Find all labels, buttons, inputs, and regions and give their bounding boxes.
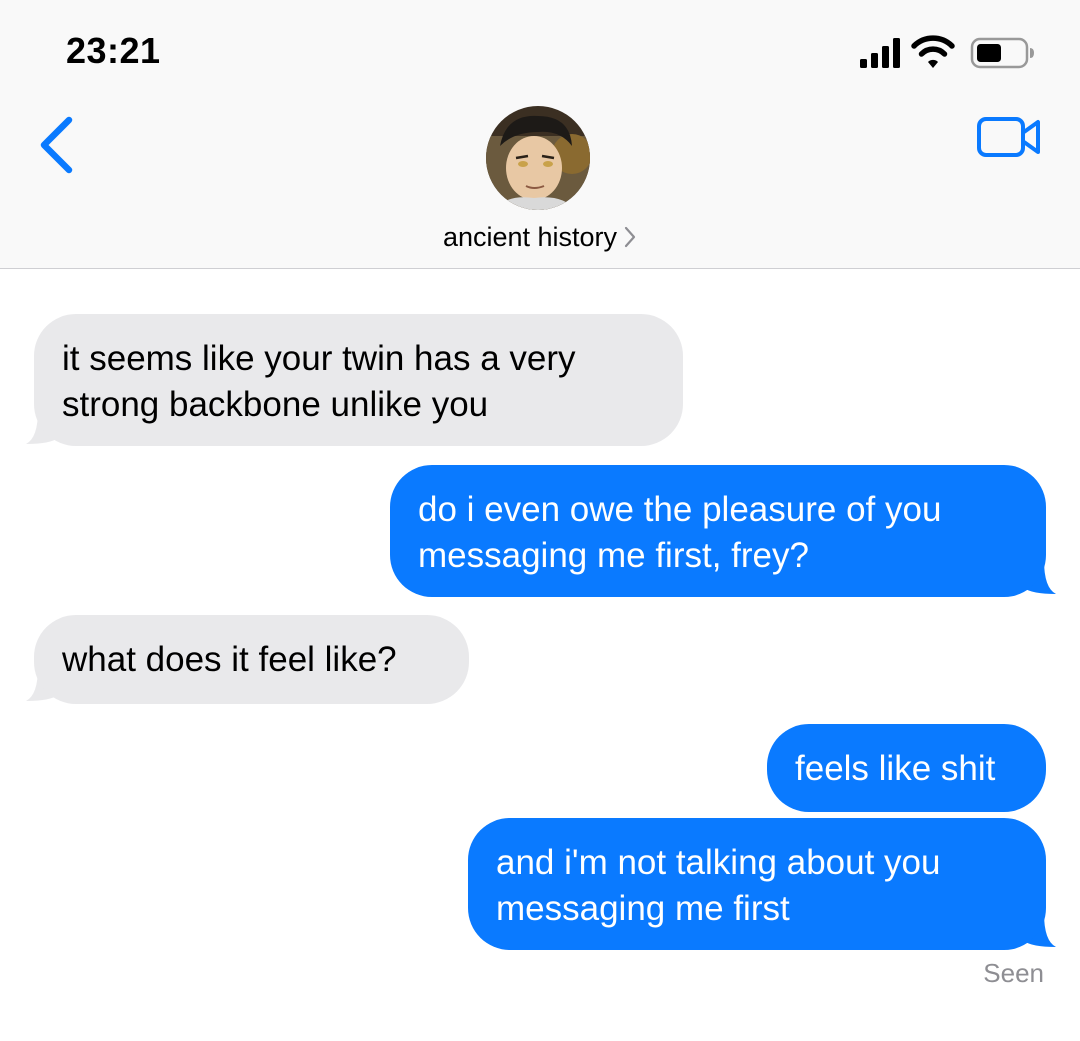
battery-icon	[970, 37, 1034, 69]
status-icons	[860, 35, 1034, 69]
message-text: what does it feel like?	[62, 640, 397, 679]
back-button[interactable]	[28, 110, 88, 180]
message-text: messaging me first, frey?	[418, 536, 809, 575]
message-text: it seems like your twin has a very	[62, 339, 576, 378]
read-receipt: Seen	[983, 958, 1044, 988]
status-time: 23:21	[66, 30, 161, 71]
message-bubble-sent[interactable]: and i'm not talking about you messaging …	[468, 818, 1046, 950]
video-call-button[interactable]	[974, 112, 1046, 162]
message-bubble-sent[interactable]: do i even owe the pleasure of you messag…	[390, 465, 1046, 597]
video-camera-icon	[977, 117, 1040, 157]
conversation-header: 23:21 ancient history	[0, 0, 1080, 269]
contact-avatar[interactable]	[486, 106, 590, 210]
message-bubble-sent[interactable]: feels like shit	[767, 724, 1046, 812]
chevron-left-icon	[40, 116, 73, 174]
message-text: do i even owe the pleasure of you	[418, 490, 942, 529]
chevron-right-icon	[624, 226, 636, 247]
message-bubble-received[interactable]: what does it feel like?	[34, 615, 469, 704]
message-bubble-received[interactable]: it seems like your twin has a very stron…	[34, 314, 683, 446]
message-text: and i'm not talking about you	[496, 843, 941, 882]
contact-name: ancient history	[442, 222, 618, 252]
message-text: feels like shit	[795, 749, 996, 788]
contact-name-button[interactable]: ancient history	[0, 222, 1080, 253]
avatar-image	[486, 106, 590, 210]
message-text: messaging me first	[496, 889, 790, 928]
cellular-signal-icon	[860, 38, 900, 68]
wifi-icon	[911, 35, 955, 68]
message-text: strong backbone unlike you	[62, 385, 489, 424]
